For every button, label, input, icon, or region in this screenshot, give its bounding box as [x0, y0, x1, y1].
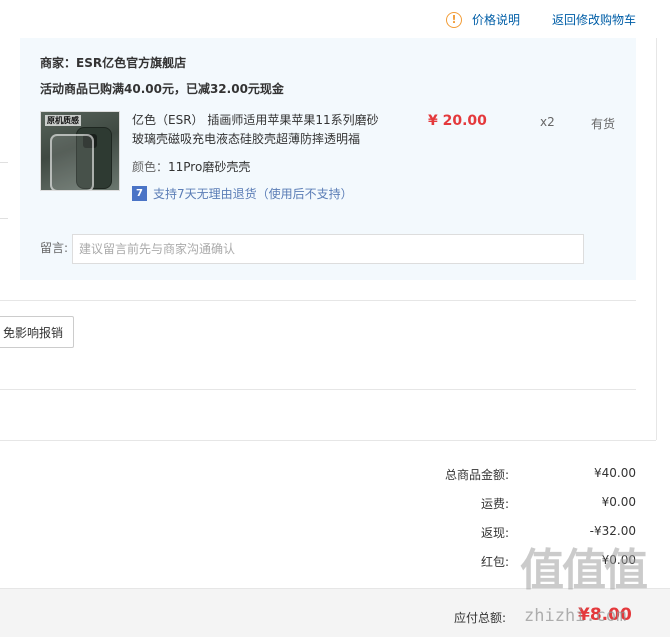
seven-day-return-icon: 7: [132, 186, 147, 201]
summary-value: -¥32.00: [589, 524, 636, 538]
divider: [0, 218, 8, 219]
divider: [0, 300, 636, 301]
summary-row-shipping: 运费: ¥0.00: [380, 495, 636, 515]
price-note-label: 价格说明: [472, 13, 521, 27]
summary-label: 返现:: [480, 526, 509, 540]
shop-order-panel: 商家：ESR亿色官方旗舰店 活动商品已购满40.00元，已减32.00元现金 原…: [20, 38, 636, 280]
color-label: 颜色：: [132, 160, 169, 174]
left-column-edge: [0, 38, 21, 280]
shop-name: 商家：ESR亿色官方旗舰店: [40, 56, 187, 70]
product-thumbnail[interactable]: 原机质感: [40, 111, 120, 191]
price-note-link[interactable]: ! 价格说明: [446, 11, 520, 28]
summary-label: 红包:: [480, 555, 509, 569]
summary-row-red-packet: 红包: ¥0.00: [380, 553, 636, 573]
color-value: 11Pro磨砂壳壳: [168, 160, 251, 174]
product-color: 颜色：11Pro磨砂壳壳: [132, 158, 250, 175]
divider: [0, 162, 8, 163]
promo-text: 活动商品已购满40.00元，已减32.00元现金: [40, 82, 284, 96]
summary-value: ¥0.00: [601, 495, 636, 509]
summary-value: ¥0.00: [601, 553, 636, 567]
return-policy-text: 支持7天无理由退货（使用后不支持）: [153, 187, 353, 201]
divider: [656, 38, 657, 440]
divider: [0, 440, 656, 441]
message-input[interactable]: [72, 234, 584, 264]
summary-label: 运费:: [480, 497, 509, 511]
total-bar: 应付总额: ¥8.00: [0, 588, 670, 637]
case-image: [50, 134, 94, 190]
product-price: ¥ 20.00: [428, 113, 487, 129]
message-label: 留言:: [40, 241, 69, 255]
total-amount: ¥8.00: [578, 605, 632, 625]
back-to-cart-link[interactable]: 返回修改购物车: [552, 11, 636, 28]
product-title-link[interactable]: 亿色（ESR） 插画师适用苹果苹果11系列磨砂玻璃壳磁吸充电液态硅胶壳超薄防摔透…: [132, 111, 382, 149]
top-bar: ! 价格说明 返回修改购物车: [0, 0, 670, 38]
warning-icon: !: [446, 11, 462, 28]
product-quantity: x2: [540, 115, 555, 129]
summary-label: 总商品金额:: [444, 468, 509, 482]
summary-row-subtotal: 总商品金额: ¥40.00: [380, 466, 636, 486]
stock-status: 有货: [591, 117, 616, 131]
divider: [0, 389, 636, 390]
summary-value: ¥40.00: [594, 466, 636, 480]
reimbursement-button[interactable]: 免影响报销: [0, 316, 74, 348]
total-label: 应付总额:: [454, 611, 507, 625]
summary-row-cashback: 返现: -¥32.00: [380, 524, 636, 544]
thumbnail-tag: 原机质感: [45, 115, 81, 126]
return-policy: 7 支持7天无理由退货（使用后不支持）: [132, 185, 353, 202]
